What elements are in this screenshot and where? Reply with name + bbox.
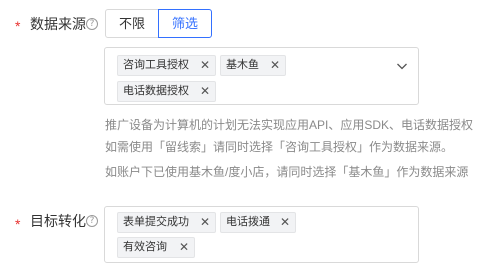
required-mark: * [15,18,21,34]
tag: 表单提交成功 ✕ [117,212,216,233]
tag: 咨询工具授权 ✕ [117,55,216,76]
tag: 有效咨询 ✕ [117,237,195,258]
data-source-select[interactable]: 咨询工具授权 ✕ 基木鱼 ✕ 电话数据授权 ✕ [104,47,419,105]
target-conversion-label: 目标转化 [30,213,86,229]
tag-label: 表单提交成功 [123,216,189,228]
chevron-down-icon[interactable] [396,60,408,72]
radio-unlimited[interactable]: 不限 [105,9,159,38]
hint-line: 如需使用「留线索」请同时选择「咨询工具授权」作为数据来源。 [105,140,454,154]
tag-label: 有效咨询 [123,241,167,253]
data-source-label: 数据来源 [30,16,86,32]
close-icon[interactable]: ✕ [270,56,280,75]
hint-line: 如账户下已使用基木鱼/度小店，请同时选择「基木鱼」作为数据来源 [105,165,469,179]
close-icon[interactable]: ✕ [179,238,189,257]
tag-label: 电话数据授权 [123,85,189,97]
tag: 电话数据授权 ✕ [117,81,216,102]
data-source-radio-group: 不限 筛选 [105,9,212,38]
tag: 电话拨通 ✕ [220,212,296,233]
tag-label: 咨询工具授权 [123,59,189,71]
tag-label: 基木鱼 [226,59,259,71]
close-icon[interactable]: ✕ [200,56,210,75]
close-icon[interactable]: ✕ [200,213,210,232]
radio-filter[interactable]: 筛选 [158,9,212,38]
target-conversion-select[interactable]: 表单提交成功 ✕ 电话拨通 ✕ 有效咨询 ✕ [104,206,419,263]
help-icon[interactable]: ? [86,215,98,227]
help-icon[interactable]: ? [86,18,98,30]
tag-label: 电话拨通 [226,216,270,228]
hint-line: 推广设备为计算机的计划无法实现应用API、应用SDK、电话数据授权 [105,118,474,132]
close-icon[interactable]: ✕ [280,213,290,232]
required-mark: * [15,216,21,232]
tag: 基木鱼 ✕ [220,55,286,76]
close-icon[interactable]: ✕ [200,82,210,101]
